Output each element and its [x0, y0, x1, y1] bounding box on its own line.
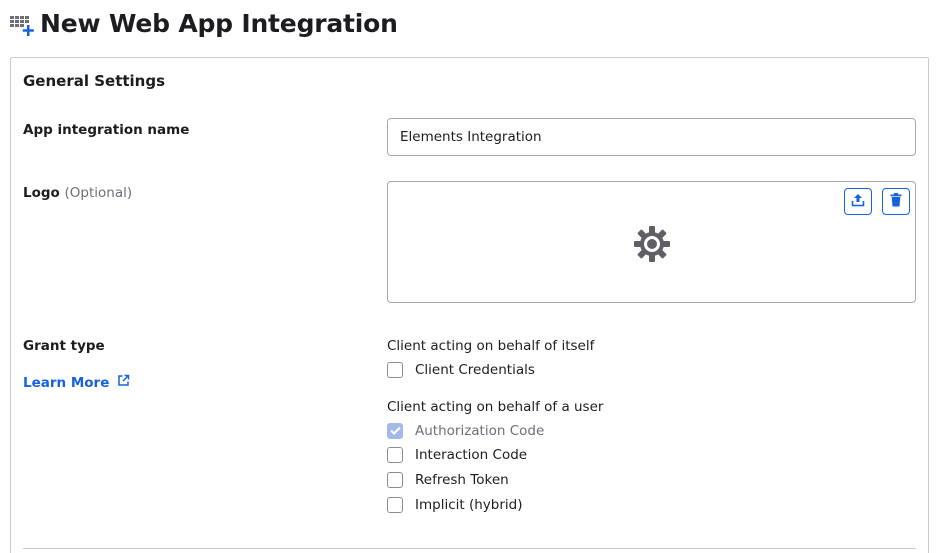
implicit-hybrid-checkbox[interactable]	[387, 497, 403, 513]
upload-icon	[850, 192, 866, 212]
interaction-code-label: Interaction Code	[415, 447, 528, 463]
app-name-input[interactable]	[387, 118, 916, 156]
upload-button[interactable]	[844, 188, 872, 215]
learn-more-link[interactable]: Learn More	[23, 374, 130, 391]
authorization-code-checkbox	[387, 423, 403, 439]
app-name-label: App integration name	[23, 122, 190, 138]
learn-more-text: Learn More	[23, 374, 110, 391]
page-header: New Web App Integration	[8, 6, 398, 40]
refresh-token-checkbox[interactable]	[387, 472, 403, 488]
gear-icon	[632, 224, 672, 264]
implicit-hybrid-option[interactable]: Implicit (hybrid)	[387, 497, 522, 513]
grid-plus-icon	[8, 8, 36, 38]
client-credentials-checkbox[interactable]	[387, 362, 403, 378]
logo-label-text: Logo	[23, 185, 60, 201]
refresh-token-option[interactable]: Refresh Token	[387, 472, 509, 488]
client-credentials-label: Client Credentials	[415, 362, 535, 378]
grant-group-heading-self: Client acting on behalf of itself	[387, 338, 595, 354]
authorization-code-label: Authorization Code	[415, 423, 545, 439]
delete-button[interactable]	[882, 188, 910, 215]
grant-type-label: Grant type	[23, 338, 105, 354]
implicit-hybrid-label: Implicit (hybrid)	[415, 497, 523, 513]
logo-dropzone[interactable]	[387, 181, 916, 303]
divider	[23, 548, 916, 549]
check-icon	[389, 423, 401, 439]
section-title: General Settings	[23, 72, 166, 90]
interaction-code-checkbox[interactable]	[387, 447, 403, 463]
optional-text: (Optional)	[64, 185, 133, 201]
client-credentials-option[interactable]: Client Credentials	[387, 362, 535, 378]
grant-group-heading-user: Client acting on behalf of a user	[387, 399, 604, 415]
logo-label: Logo (Optional)	[23, 185, 132, 201]
page-title: New Web App Integration	[40, 8, 398, 38]
interaction-code-option[interactable]: Interaction Code	[387, 447, 527, 463]
external-link-icon	[109, 374, 130, 391]
refresh-token-label: Refresh Token	[415, 472, 509, 488]
authorization-code-option: Authorization Code	[387, 423, 544, 439]
trash-icon	[889, 192, 903, 212]
general-settings-panel: General Settings App integration name Lo…	[10, 57, 929, 553]
